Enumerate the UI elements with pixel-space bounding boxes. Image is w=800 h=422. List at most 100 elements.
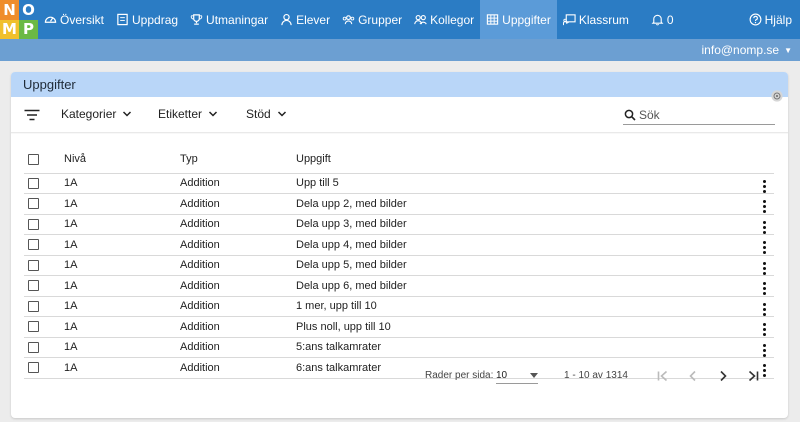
- cell-niva: 1A: [64, 173, 180, 194]
- nav-item-kollegor[interactable]: Kollegor: [408, 0, 480, 39]
- chevron-down-icon: [123, 111, 132, 117]
- row-checkbox[interactable]: [28, 218, 39, 230]
- chevron-down-icon: [277, 111, 286, 117]
- more-vert-icon[interactable]: [762, 282, 766, 296]
- cell-uppgift: 1 mer, upp till 10: [296, 296, 754, 317]
- more-vert-icon[interactable]: [762, 261, 766, 275]
- last-page-button[interactable]: [744, 367, 762, 385]
- cell-typ: Addition: [180, 337, 296, 358]
- rows-per-page-value: 10: [496, 370, 508, 381]
- search-field[interactable]: [623, 105, 775, 125]
- table-row[interactable]: 1A Addition Dela upp 6, med bilder: [24, 275, 774, 297]
- row-checkbox[interactable]: [28, 198, 39, 210]
- filter-icon[interactable]: [24, 109, 40, 121]
- cell-niva: 1A: [64, 255, 180, 276]
- cell-uppgift: Dela upp 5, med bilder: [296, 255, 754, 276]
- search-input[interactable]: [639, 107, 769, 122]
- row-checkbox[interactable]: [28, 341, 39, 353]
- table-row[interactable]: 1A Addition 5:ans talkamrater: [24, 337, 774, 358]
- table-row[interactable]: 1A Addition Dela upp 5, med bilder: [24, 255, 774, 276]
- cell-uppgift: 5:ans talkamrater: [296, 337, 754, 358]
- nav-label: Uppgifter: [502, 12, 551, 27]
- nav-item-utmaningar[interactable]: Utmaningar: [184, 0, 274, 39]
- previous-page-button[interactable]: [684, 367, 702, 385]
- more-vert-icon[interactable]: [762, 343, 766, 357]
- cell-typ: Addition: [180, 234, 296, 256]
- stod-dropdown[interactable]: Stöd: [246, 107, 287, 121]
- dropdown-label: Kategorier: [61, 107, 117, 121]
- more-vert-icon[interactable]: [762, 220, 766, 234]
- row-checkbox[interactable]: [28, 321, 39, 333]
- table-header-row: Nivå Typ Uppgift: [24, 146, 774, 174]
- chevron-left-icon: [689, 370, 696, 382]
- search-icon: [624, 109, 636, 121]
- logo-letter: P: [19, 19, 38, 39]
- nav-item-notifications[interactable]: 0: [635, 0, 680, 39]
- cell-uppgift: Upp till 5: [296, 173, 754, 194]
- nav-item-elever[interactable]: Elever: [274, 0, 336, 39]
- row-checkbox[interactable]: [28, 177, 39, 189]
- person-icon: [280, 13, 293, 26]
- page-range: 1 - 10 av 1314: [564, 370, 628, 381]
- kategorier-dropdown[interactable]: Kategorier: [61, 107, 132, 121]
- user-menu[interactable]: info@nomp.se ▼: [702, 39, 792, 61]
- table-row[interactable]: 1A Addition 1 mer, upp till 10: [24, 296, 774, 317]
- logo-letter: O: [19, 0, 38, 20]
- column-header-uppgift[interactable]: Uppgift: [296, 146, 754, 174]
- more-vert-icon[interactable]: [762, 200, 766, 214]
- column-header-typ[interactable]: Typ: [180, 146, 296, 174]
- rows-per-page-select[interactable]: 10: [496, 368, 538, 384]
- tasks-card: Uppgifter Kategorier Etiketter Stöd Sök …: [11, 72, 788, 418]
- user-email: info@nomp.se: [701, 43, 780, 57]
- first-page-button[interactable]: [654, 367, 672, 385]
- more-vert-icon[interactable]: [762, 323, 766, 337]
- toolbar-divider: [11, 132, 788, 134]
- nav-item-uppdrag[interactable]: Uppdrag: [110, 0, 184, 39]
- more-vert-icon[interactable]: [762, 179, 766, 193]
- etiketter-dropdown[interactable]: Etiketter: [158, 107, 218, 121]
- nav-label: Grupper: [358, 12, 403, 27]
- cell-uppgift: Dela upp 6, med bilder: [296, 275, 754, 297]
- nav-label: Kollegor: [430, 12, 475, 27]
- column-header-actions: [754, 146, 774, 174]
- help-link[interactable]: Hjälp: [749, 0, 792, 39]
- more-vert-icon[interactable]: [762, 302, 766, 316]
- grid-icon: [486, 13, 499, 26]
- settings-gear-icon[interactable]: [771, 90, 783, 102]
- pagination-bar: Rader per sida: 10 1 - 10 av 1314: [11, 362, 788, 392]
- row-checkbox[interactable]: [28, 239, 39, 251]
- nav-item-oversikt[interactable]: Översikt: [38, 0, 110, 39]
- nav-item-klassrum[interactable]: Klassrum: [557, 0, 635, 39]
- select-all-checkbox[interactable]: [28, 153, 39, 165]
- top-navbar: N O M P Översikt Uppdrag Utmaningar Elev…: [0, 0, 800, 39]
- cell-niva: 1A: [64, 296, 180, 317]
- cell-typ: Addition: [180, 193, 296, 215]
- table-row[interactable]: 1A Addition Plus noll, upp till 10: [24, 316, 774, 338]
- table-row[interactable]: 1A Addition Dela upp 4, med bilder: [24, 234, 774, 256]
- logo-letter: N: [0, 0, 19, 20]
- row-checkbox[interactable]: [28, 259, 39, 271]
- next-page-button[interactable]: [714, 367, 732, 385]
- table-row[interactable]: 1A Addition Dela upp 2, med bilder: [24, 193, 774, 215]
- table-row[interactable]: 1A Addition Upp till 5: [24, 173, 774, 194]
- nav-label: Elever: [296, 12, 331, 27]
- chevron-down-icon: [208, 111, 218, 117]
- help-label: Hjälp: [764, 12, 792, 27]
- dropdown-label: Stöd: [246, 107, 271, 121]
- classroom-icon: [562, 13, 576, 26]
- nav-item-grupper[interactable]: Grupper: [336, 0, 408, 39]
- table-row[interactable]: 1A Addition Dela upp 3, med bilder: [24, 214, 774, 235]
- nav-item-uppgifter[interactable]: Uppgifter: [480, 0, 557, 39]
- colleagues-icon: [414, 13, 427, 26]
- row-checkbox[interactable]: [28, 280, 39, 292]
- select-all-cell: [24, 146, 64, 174]
- column-header-niva[interactable]: Nivå: [64, 146, 180, 174]
- more-vert-icon[interactable]: [762, 241, 766, 255]
- nomp-logo[interactable]: N O M P: [0, 0, 38, 39]
- caret-down-icon: [530, 373, 538, 378]
- help-icon: [749, 13, 762, 26]
- row-checkbox[interactable]: [28, 300, 39, 312]
- logo-letter: M: [0, 19, 19, 39]
- dashboard-icon: [44, 13, 57, 26]
- nav-label: Utmaningar: [206, 12, 269, 27]
